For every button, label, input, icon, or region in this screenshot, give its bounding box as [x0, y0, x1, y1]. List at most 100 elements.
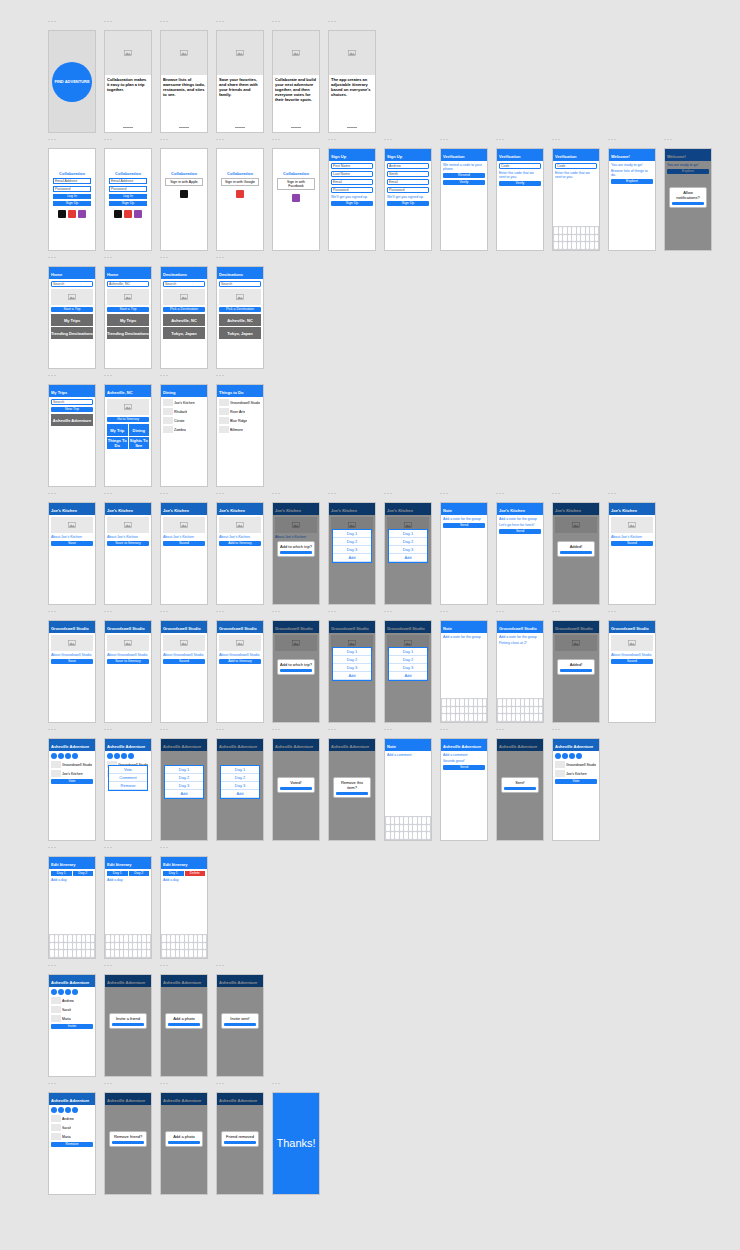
- key[interactable]: [55, 950, 59, 957]
- frame-label[interactable]: ...: [440, 723, 488, 738]
- key[interactable]: [503, 714, 507, 721]
- key[interactable]: [521, 699, 525, 706]
- list-item[interactable]: Joe's Kitchen: [555, 770, 597, 777]
- key[interactable]: [577, 242, 581, 249]
- phone-frame[interactable]: Asheville AdventureFriend removed: [216, 1092, 264, 1195]
- key[interactable]: [427, 825, 431, 832]
- frame-label[interactable]: ...: [48, 487, 96, 502]
- button[interactable]: Remove: [51, 1142, 93, 1147]
- key[interactable]: [198, 935, 202, 942]
- key[interactable]: [451, 714, 455, 721]
- key[interactable]: [474, 699, 478, 706]
- phone-frame[interactable]: Sign UpFirst NameLast NameEmailPasswordW…: [328, 148, 376, 251]
- keyboard[interactable]: [497, 698, 543, 722]
- frame-label[interactable]: ...: [160, 369, 208, 384]
- key[interactable]: [413, 817, 417, 824]
- key[interactable]: [456, 699, 460, 706]
- key[interactable]: [59, 943, 63, 950]
- key[interactable]: [55, 943, 59, 950]
- frame-label[interactable]: ...: [272, 487, 320, 502]
- button[interactable]: Log In: [53, 194, 91, 199]
- member-avatar[interactable]: [51, 753, 57, 759]
- keyboard[interactable]: [553, 226, 599, 250]
- tab[interactable]: Delete: [185, 871, 206, 876]
- dialog-button[interactable]: [560, 669, 592, 672]
- member-avatar[interactable]: [58, 753, 64, 759]
- key[interactable]: [59, 950, 63, 957]
- frame-label[interactable]: ...: [608, 605, 656, 620]
- frame-label[interactable]: ...: [552, 133, 600, 148]
- key[interactable]: [507, 699, 511, 706]
- phone-frame[interactable]: Asheville AdventureAndrewSarahMariaRemov…: [48, 1092, 96, 1195]
- list-item[interactable]: Groundswell Studio: [51, 761, 93, 768]
- key[interactable]: [586, 235, 590, 242]
- menu-item[interactable]: Day 1: [389, 530, 427, 538]
- frame-label[interactable]: ...: [216, 133, 264, 148]
- dialog-button[interactable]: [336, 792, 368, 795]
- menu-item[interactable]: Day 2: [389, 538, 427, 546]
- key[interactable]: [595, 227, 599, 234]
- key[interactable]: [106, 943, 110, 950]
- button[interactable]: Save: [51, 659, 93, 664]
- button[interactable]: Start a Trip: [107, 307, 149, 312]
- social-login-icon[interactable]: [68, 210, 76, 218]
- key[interactable]: [590, 227, 594, 234]
- frame-label[interactable]: ...: [328, 723, 376, 738]
- key[interactable]: [124, 950, 128, 957]
- button[interactable]: Saved: [611, 659, 653, 664]
- menu-item[interactable]: Add: [333, 554, 371, 562]
- frame-label[interactable]: ...: [608, 487, 656, 502]
- frame-label[interactable]: ...: [48, 251, 96, 266]
- member-avatar[interactable]: [107, 753, 113, 759]
- button[interactable]: Save: [51, 541, 93, 546]
- key[interactable]: [91, 943, 95, 950]
- input-field[interactable]: Search: [51, 399, 93, 405]
- phone-frame[interactable]: The app creates an adjustable itinerary …: [328, 30, 376, 133]
- frame-label[interactable]: ...: [160, 133, 208, 148]
- key[interactable]: [77, 950, 81, 957]
- phone-frame[interactable]: Groundswell StudioAbout Groundswell Stud…: [48, 620, 96, 723]
- phone-frame[interactable]: Asheville AdventureGroundswell StudioJoe…: [104, 738, 152, 841]
- key[interactable]: [483, 714, 487, 721]
- phone-frame[interactable]: Groundswell StudioDay 1Day 2Day 3Add: [328, 620, 376, 723]
- key[interactable]: [409, 832, 413, 839]
- key[interactable]: [142, 943, 146, 950]
- key[interactable]: [138, 935, 142, 942]
- button[interactable]: Verify: [443, 180, 485, 185]
- menu-item[interactable]: Day 2: [333, 656, 371, 664]
- menu-item[interactable]: Add: [389, 554, 427, 562]
- key[interactable]: [203, 943, 207, 950]
- phone-frame[interactable]: Asheville AdventureDay 1Day 2Day 3Add: [160, 738, 208, 841]
- key[interactable]: [418, 825, 422, 832]
- key[interactable]: [447, 714, 451, 721]
- tile[interactable]: My Trips: [107, 314, 149, 326]
- button[interactable]: Resend: [443, 173, 485, 178]
- frame-label[interactable]: ...: [48, 133, 96, 148]
- input-field[interactable]: Code: [499, 163, 541, 169]
- key[interactable]: [194, 935, 198, 942]
- button[interactable]: Saved: [163, 659, 205, 664]
- key[interactable]: [456, 714, 460, 721]
- social-login-icon[interactable]: [114, 210, 122, 218]
- button[interactable]: Sign Up: [331, 201, 373, 206]
- key[interactable]: [91, 950, 95, 957]
- menu-item[interactable]: Day 2: [333, 538, 371, 546]
- menu-item[interactable]: Comment: [109, 774, 147, 782]
- menu-item[interactable]: Day 3: [333, 664, 371, 672]
- list-item[interactable]: Blue Ridge: [219, 417, 261, 424]
- social-login-icon[interactable]: [134, 210, 142, 218]
- key[interactable]: [176, 935, 180, 942]
- member-avatar[interactable]: [569, 753, 575, 759]
- key[interactable]: [395, 825, 399, 832]
- menu-item[interactable]: Day 3: [389, 546, 427, 554]
- tile[interactable]: Things To Do: [107, 437, 128, 449]
- phone-frame[interactable]: Groundswell StudioAdd a note for the gro…: [496, 620, 544, 723]
- menu-item[interactable]: Day 3: [333, 546, 371, 554]
- keyboard[interactable]: [161, 934, 207, 958]
- button[interactable]: Send: [443, 523, 485, 528]
- key[interactable]: [559, 227, 563, 234]
- frame-label[interactable]: ...: [328, 487, 376, 502]
- phone-frame[interactable]: Joe's KitchenDay 1Day 2Day 3Add: [384, 502, 432, 605]
- key[interactable]: [120, 950, 124, 957]
- key[interactable]: [162, 935, 166, 942]
